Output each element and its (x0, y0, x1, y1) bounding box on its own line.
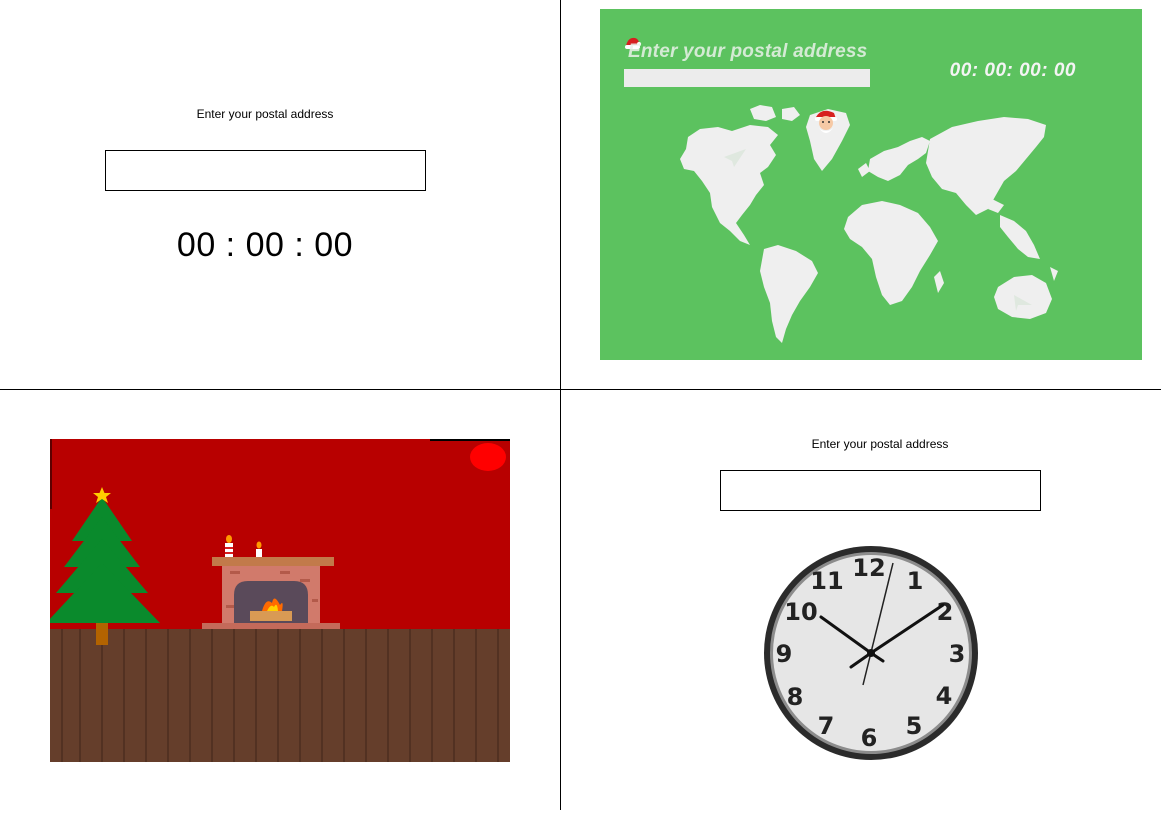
world-map-image (680, 105, 1058, 343)
christmas-room-scene (46, 439, 510, 762)
fireplace-icon (202, 557, 340, 629)
wall-clock-image: 12 1 2 3 4 5 6 7 8 9 10 11 (764, 546, 978, 760)
clock-number-6: 6 (861, 724, 878, 752)
panel-top-right-map: Enter your postal address 00: 00: 00: 00 (600, 9, 1142, 360)
clock-number-4: 4 (936, 682, 953, 710)
panel-top-left: Enter your postal address 00 : 00 : 00 (0, 0, 560, 389)
panel-bottom-left-scene (46, 439, 510, 762)
clock-number-11: 11 (810, 567, 843, 595)
clock-number-7: 7 (818, 712, 835, 740)
postal-address-label: Enter your postal address (811, 437, 949, 451)
clock-number-5: 5 (906, 712, 923, 740)
countdown-timer: 00 : 00 : 00 (176, 226, 354, 264)
postal-address-label: Enter your postal address (196, 107, 334, 121)
clock-number-8: 8 (787, 683, 804, 711)
postal-address-input[interactable] (720, 470, 1041, 511)
clock-number-9: 9 (776, 640, 793, 668)
red-ornament-icon (470, 443, 506, 471)
clock-number-1: 1 (907, 567, 924, 595)
panel-bottom-right: Enter your postal address 12 1 2 3 4 5 6… (561, 390, 1161, 813)
santa-face-icon (815, 110, 837, 133)
clock-number-3: 3 (949, 640, 966, 668)
postal-address-input[interactable] (105, 150, 426, 191)
clock-number-12: 12 (852, 554, 885, 582)
clock-number-2: 2 (937, 598, 954, 626)
clock-number-10: 10 (784, 598, 817, 626)
